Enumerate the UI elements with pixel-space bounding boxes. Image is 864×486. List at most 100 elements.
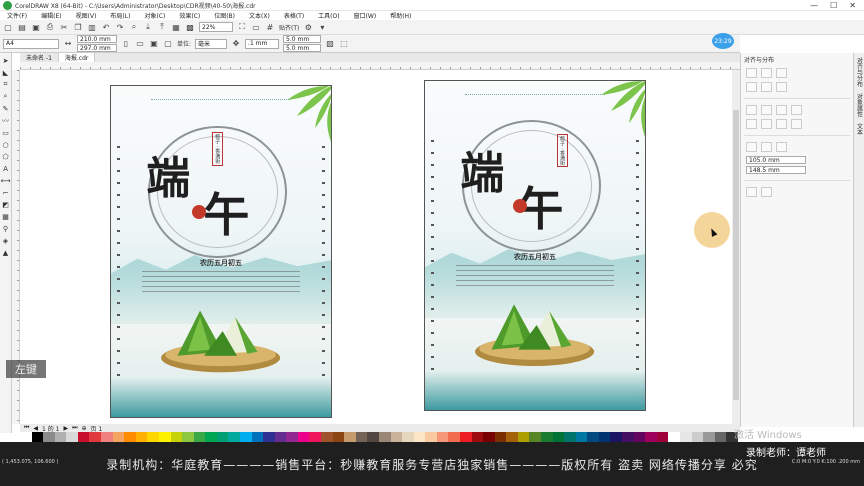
palette-swatch[interactable] [459,432,472,442]
menu-edit[interactable]: 编辑(E) [34,11,68,20]
align-middle-button[interactable] [761,82,772,92]
menu-bitmaps[interactable]: 位图(B) [207,11,242,20]
distribute-middle-button[interactable] [761,119,772,129]
palette-swatch[interactable] [355,432,368,442]
tab-poster[interactable]: 海报.cdr [58,53,96,62]
palette-swatch[interactable] [193,432,206,442]
vertical-scrollbar[interactable] [732,70,740,424]
export-icon[interactable]: ⤒ [157,22,167,32]
zoom-field[interactable]: 22% [199,22,233,32]
palette-swatch[interactable] [170,432,183,442]
palette-swatch[interactable] [402,432,414,442]
palette-swatch[interactable] [575,432,588,442]
copy-icon[interactable]: ❐ [73,22,83,32]
rectangle-tool-icon[interactable]: ▭ [1,128,10,137]
palette-swatch[interactable] [413,432,426,442]
palette-swatch[interactable] [448,432,460,442]
palette-swatch[interactable] [66,432,78,442]
next-page-icon[interactable]: ▶ [63,425,68,432]
align-to-page-button[interactable] [761,142,772,152]
artistic-media-icon[interactable]: 〰 [1,116,10,125]
palette-swatch[interactable] [367,432,379,442]
align-to-selected-button[interactable] [746,142,757,152]
palette-swatch[interactable] [321,432,333,442]
palette-swatch[interactable] [668,432,680,442]
docker-tab-align[interactable]: 对齐与分布 [855,57,864,87]
align-right-button[interactable] [776,68,787,78]
freehand-tool-icon[interactable]: ✎ [1,104,10,113]
palette-swatch[interactable] [239,432,252,442]
menu-window[interactable]: 窗口(W) [347,11,384,20]
position-y-field[interactable]: 148.5 mm [746,166,806,174]
current-page-icon[interactable]: ▢ [163,39,173,49]
distribute-vspace-button[interactable] [791,119,802,129]
undo-icon[interactable]: ↶ [101,22,111,32]
align-top-button[interactable] [746,82,757,92]
landscape-icon[interactable]: ▭ [135,39,145,49]
page-height-field[interactable]: 297.0 mm [77,44,117,52]
connector-tool-icon[interactable]: ⌐ [1,188,10,197]
menu-layout[interactable]: 布局(L) [103,11,137,20]
palette-swatch[interactable] [182,432,194,442]
palette-swatch[interactable] [158,432,171,442]
palette-swatch[interactable] [309,432,322,442]
save-icon[interactable]: ▣ [31,22,41,32]
palette-swatch[interactable] [205,432,217,442]
palette-swatch[interactable] [216,432,229,442]
palette-swatch[interactable] [20,432,32,442]
palette-swatch[interactable] [390,432,403,442]
prev-page-icon[interactable]: ◀ [33,425,38,432]
palette-swatch[interactable] [286,432,298,442]
pick-tool-icon[interactable]: ➤ [1,56,10,65]
minimize-button[interactable]: — [810,1,818,10]
print-icon[interactable]: ⎙ [45,22,55,32]
open-folder-icon[interactable]: ▤ [17,22,27,32]
drop-shadow-icon[interactable]: ◩ [1,200,10,209]
poster-left[interactable]: 端 午 粽子 · 香满街 农历五月初五 [110,85,332,418]
palette-swatch[interactable] [436,432,449,442]
palette-swatch[interactable] [54,432,67,442]
rulers-icon[interactable]: ▭ [251,22,261,32]
grid-icon[interactable]: # [265,22,275,32]
menu-text[interactable]: 文本(X) [242,11,277,20]
palette-swatch[interactable] [263,432,275,442]
palette-swatch[interactable] [610,432,623,442]
palette-swatch[interactable] [494,432,507,442]
horizontal-ruler[interactable] [20,62,740,70]
palette-swatch[interactable] [598,432,611,442]
menu-tools[interactable]: 工具(O) [311,11,346,20]
maximize-button[interactable]: ☐ [830,1,837,10]
pdf-icon[interactable]: ▦ [171,22,181,32]
align-to-grid-button[interactable] [776,142,787,152]
palette-swatch[interactable] [135,432,148,442]
palette-swatch[interactable] [645,432,657,442]
transform-icon[interactable]: ⬚ [339,39,349,49]
palette-swatch[interactable] [471,432,484,442]
palette-swatch[interactable] [297,432,310,442]
align-left-button[interactable] [746,68,757,78]
nudge-field[interactable]: .1 mm [245,38,280,49]
last-page-icon[interactable]: ⏭ [72,424,77,432]
tab-untitled[interactable]: 未命名 -1 [20,53,59,62]
palette-swatch[interactable] [529,432,542,442]
all-pages-icon[interactable]: ▣ [149,39,159,49]
palette-swatch[interactable] [691,432,704,442]
outline-align-button[interactable] [746,187,757,197]
palette-swatch[interactable] [228,432,240,442]
palette-swatch[interactable] [483,432,495,442]
distribute-bottom-button[interactable] [776,119,787,129]
eyedropper-tool-icon[interactable]: ⚲ [1,224,10,233]
palette-swatch[interactable] [31,432,44,442]
duplicate-x-field[interactable]: 5.0 mm [283,35,322,43]
distribute-space-button[interactable] [791,105,802,115]
outline-space-button[interactable] [761,187,772,197]
menu-view[interactable]: 视图(V) [69,11,104,20]
palette-swatch[interactable] [112,432,125,442]
palette-swatch[interactable] [552,432,565,442]
distribute-top-button[interactable] [746,119,757,129]
menu-file[interactable]: 文件(F) [0,11,34,20]
palette-swatch[interactable] [517,432,530,442]
distribute-center-button[interactable] [761,105,772,115]
distribute-left-button[interactable] [746,105,757,115]
palette-swatch[interactable] [656,432,669,442]
